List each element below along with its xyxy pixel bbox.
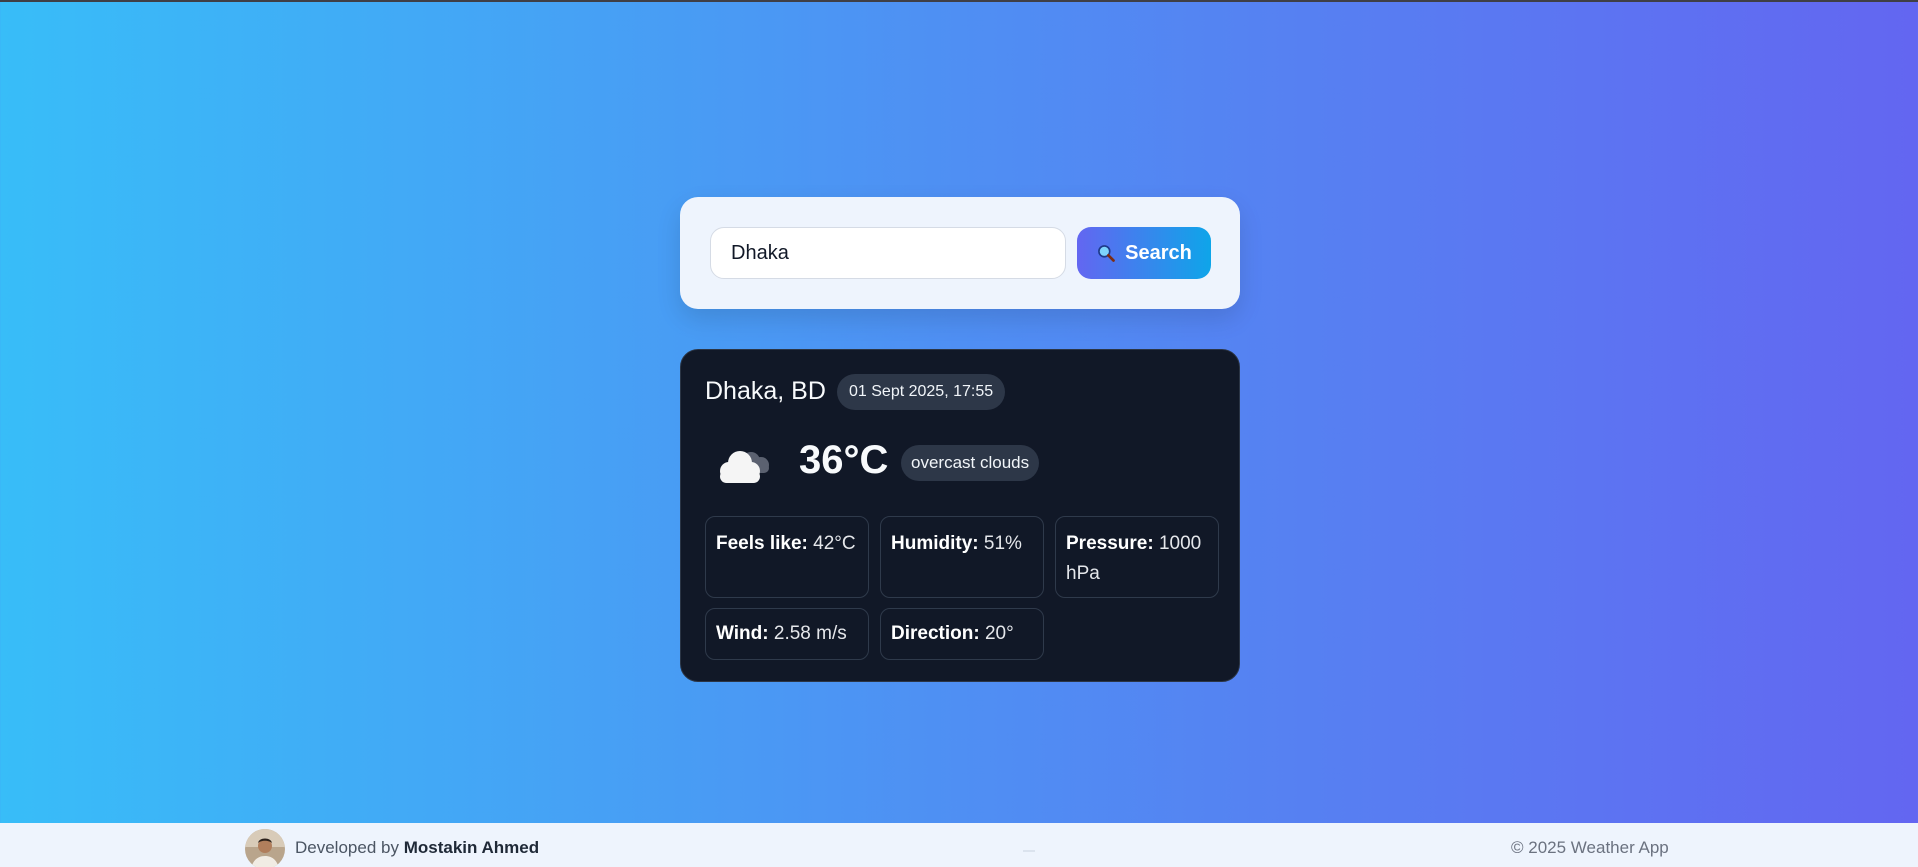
developer-avatar-icon bbox=[245, 829, 285, 867]
magnifying-glass-icon bbox=[1098, 245, 1115, 262]
city-name: Dhaka, BD bbox=[705, 377, 826, 405]
stat-label: Humidity: bbox=[891, 533, 979, 554]
stat-value: 20° bbox=[984, 623, 1014, 644]
temperature: 36°C bbox=[799, 438, 889, 482]
stat-direction: Direction: 20° bbox=[880, 608, 1044, 660]
stat-humidity: Humidity: 51% bbox=[880, 516, 1044, 598]
stat-value: 51% bbox=[983, 533, 1022, 554]
search-button-label: Search bbox=[1125, 241, 1192, 264]
stat-label: Direction: bbox=[891, 623, 980, 644]
stat-label: Feels like: bbox=[716, 533, 808, 554]
stat-feels-like: Feels like: 42°C bbox=[705, 516, 869, 598]
copyright-text: © 2025 Weather App bbox=[1511, 838, 1669, 857]
stat-label: Wind: bbox=[716, 623, 769, 644]
search-button[interactable]: Search bbox=[1077, 227, 1211, 279]
stat-value: 2.58 m/s bbox=[773, 623, 847, 644]
datetime-badge: 01 Sept 2025, 17:55 bbox=[837, 374, 1006, 410]
footer: Developed by Mostakin Ahmed © 2025 Weath… bbox=[0, 823, 1918, 867]
overcast-cloud-icon bbox=[720, 451, 769, 483]
weather-card: Dhaka, BD 01 Sept 2025, 17:55 36°C overc… bbox=[680, 349, 1240, 682]
avatar bbox=[245, 829, 285, 867]
developer-credit: Developed by Mostakin Ahmed bbox=[295, 838, 539, 858]
developer-name: Mostakin Ahmed bbox=[403, 838, 540, 857]
search-card: Search bbox=[680, 197, 1240, 309]
city-search-input[interactable] bbox=[710, 227, 1066, 279]
stat-pressure: Pressure: 1000 hPa bbox=[1055, 516, 1219, 598]
stat-label: Pressure: bbox=[1066, 533, 1154, 554]
stat-value: 42°C bbox=[813, 533, 856, 554]
weather-description-badge: overcast clouds bbox=[901, 445, 1040, 481]
stat-wind: Wind: 2.58 m/s bbox=[705, 608, 869, 660]
footer-divider bbox=[1023, 850, 1035, 852]
developed-by-label: Developed by bbox=[295, 838, 399, 857]
